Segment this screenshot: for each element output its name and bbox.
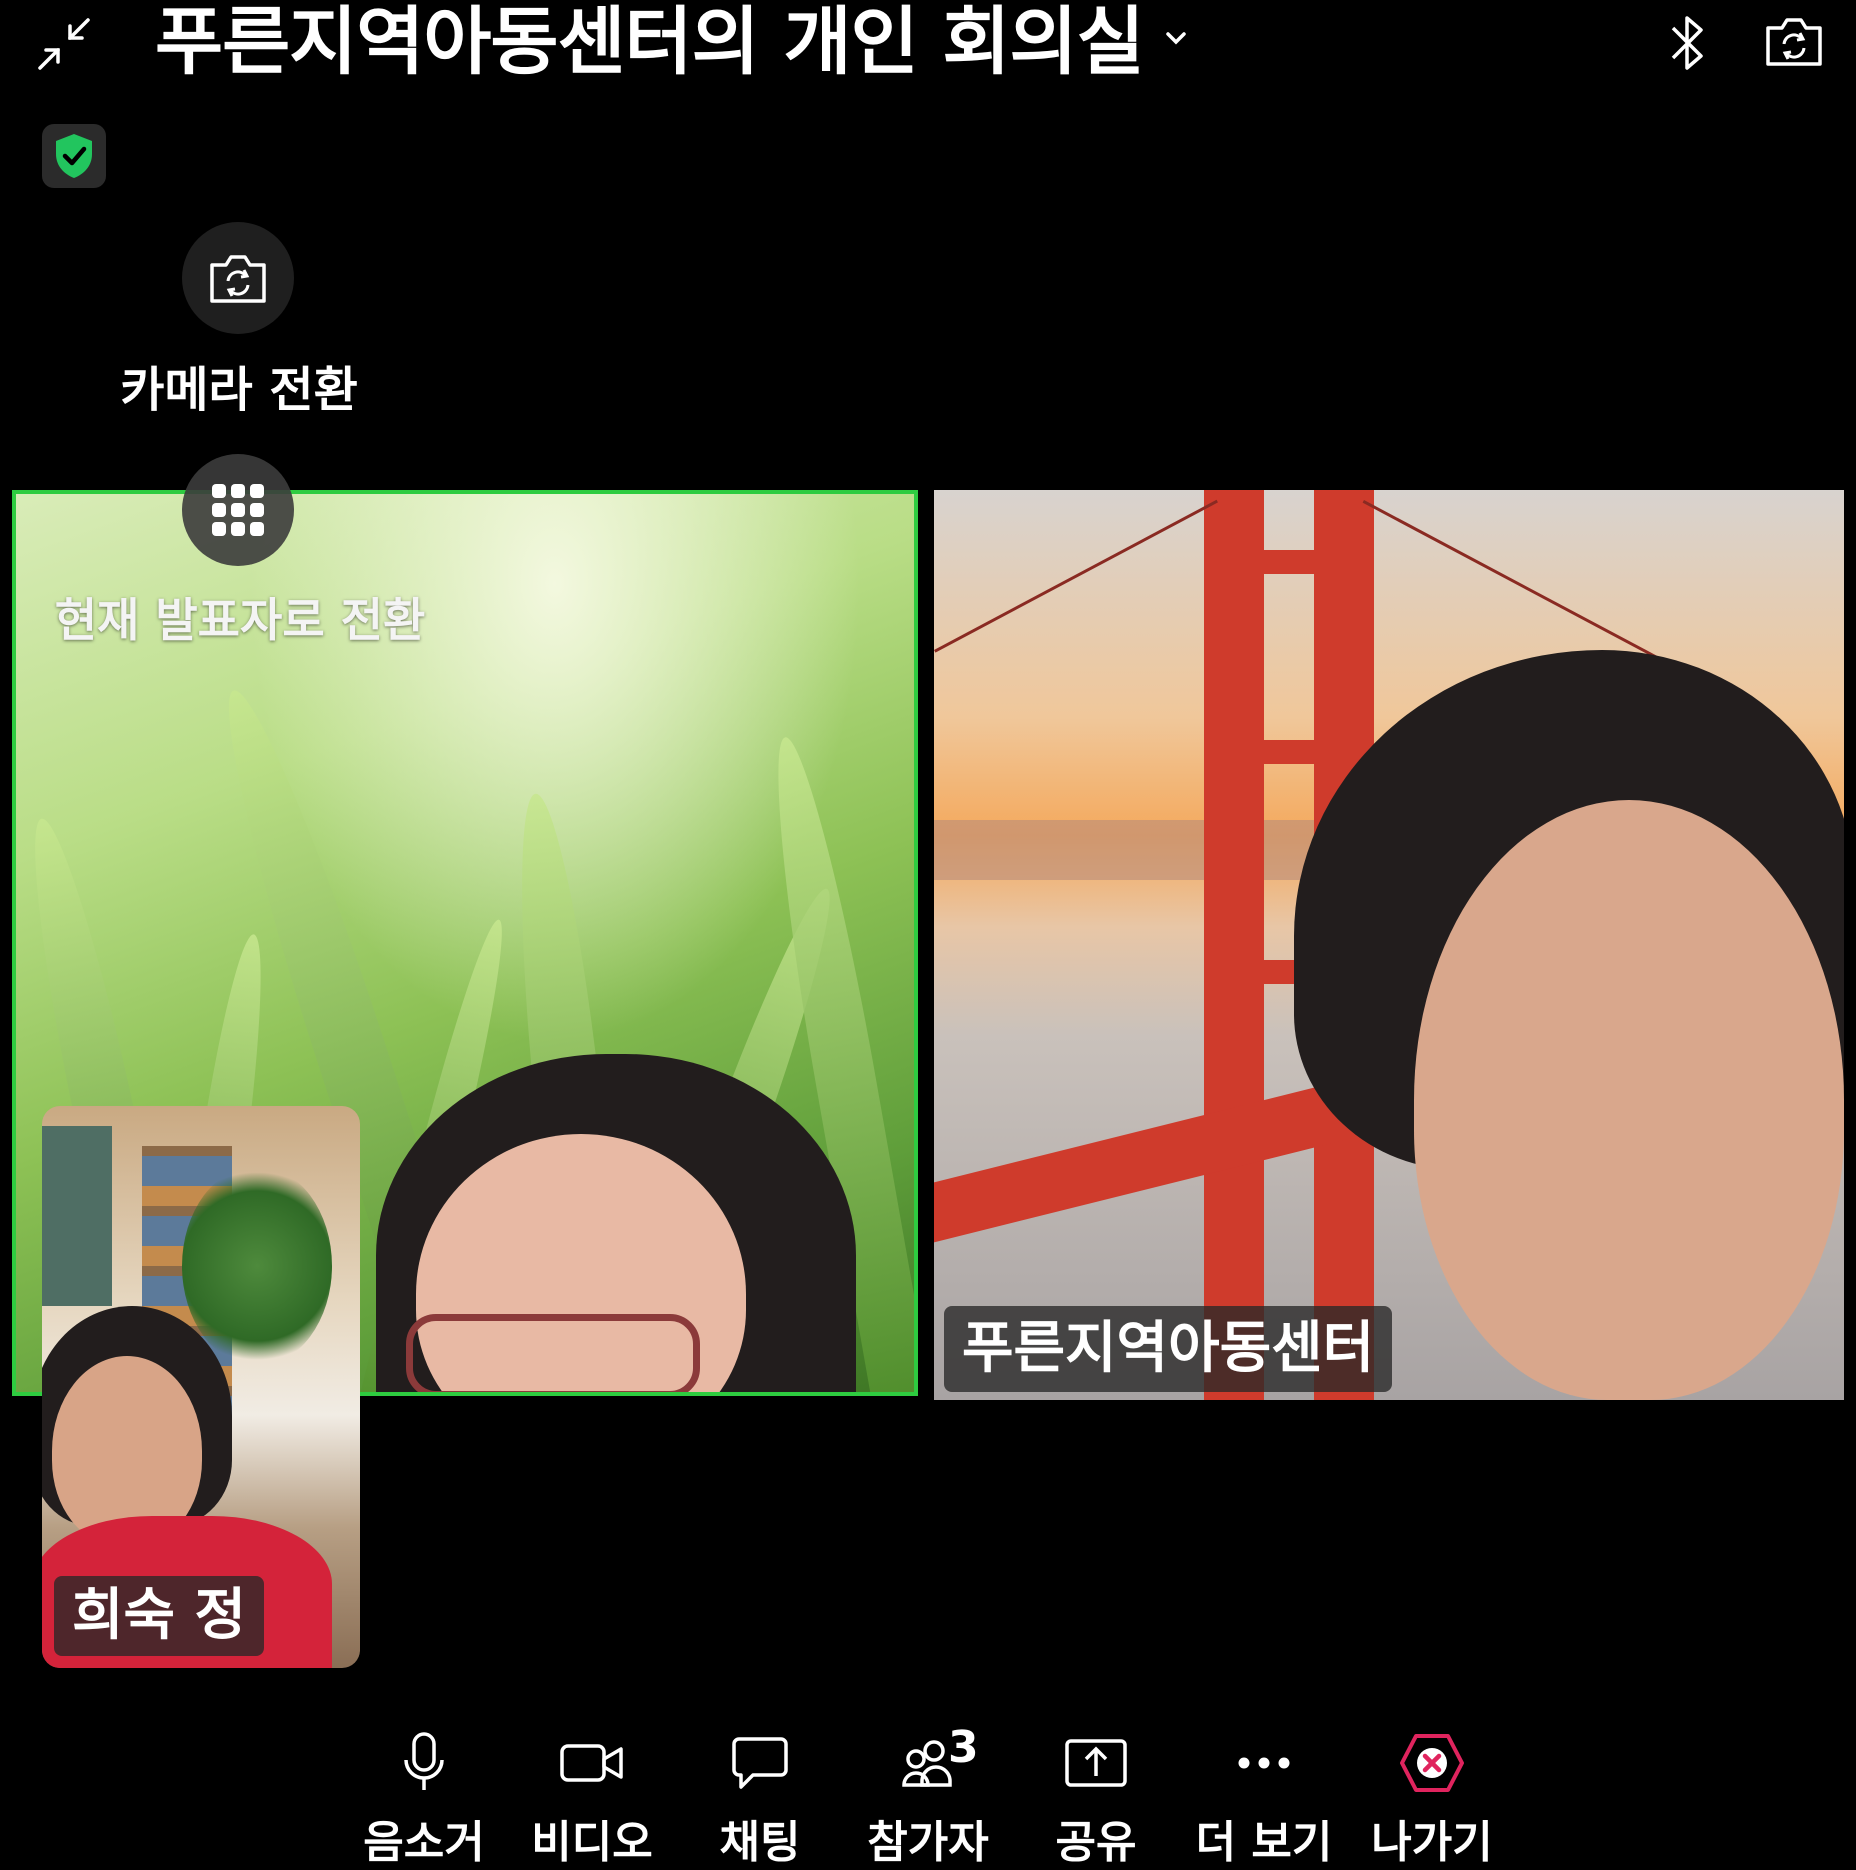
share-label: 공유 — [1055, 1817, 1137, 1868]
switch-to-presenter-button[interactable] — [182, 454, 294, 566]
microphone-icon — [404, 1732, 444, 1790]
glasses — [406, 1314, 700, 1392]
participant-face — [1414, 800, 1844, 1400]
participants-label: 참가자 — [867, 1817, 989, 1868]
grid-icon — [212, 484, 264, 536]
window — [42, 1126, 112, 1306]
chat-icon — [732, 1737, 788, 1789]
self-view-video[interactable]: 희숙 정 — [42, 1106, 360, 1668]
more-label: 더 보기 — [1195, 1817, 1333, 1868]
more-button[interactable] — [1214, 1728, 1314, 1798]
meeting-title[interactable]: 푸른지역아동센터의 개인 회의실 — [155, 0, 1145, 84]
switch-to-presenter-label: 현재 발표자로 전환 — [54, 593, 426, 647]
security-shield-icon[interactable] — [42, 124, 106, 188]
flip-camera-icon — [210, 255, 266, 303]
bridge-deck — [934, 1077, 1354, 1243]
leave-button[interactable] — [1382, 1728, 1482, 1798]
shield-check-icon — [56, 134, 92, 178]
chat-label: 채팅 — [719, 1817, 801, 1868]
video-camera-icon — [560, 1744, 623, 1782]
share-button[interactable] — [1046, 1728, 1146, 1798]
mute-button[interactable] — [374, 1728, 474, 1798]
camera-switch-label: 카메라 전환 — [120, 362, 358, 418]
leave-icon — [1400, 1734, 1464, 1792]
participant-name: 푸른지역아동센터 — [944, 1306, 1393, 1392]
share-icon — [1065, 1739, 1127, 1787]
plant — [182, 1166, 332, 1366]
bluetooth-icon[interactable] — [1665, 12, 1711, 74]
bridge-tower — [1204, 490, 1264, 1400]
video-tile-participant[interactable]: 푸른지역아동센터 — [934, 490, 1844, 1400]
video-label: 비디오 — [531, 1817, 653, 1868]
flip-camera-icon[interactable] — [1762, 14, 1826, 68]
chat-button[interactable] — [710, 1728, 810, 1798]
minimize-arrows-icon[interactable] — [34, 14, 94, 74]
chevron-down-icon[interactable] — [1160, 22, 1192, 54]
camera-switch-button[interactable] — [182, 222, 294, 334]
self-name: 희숙 정 — [54, 1576, 265, 1656]
leave-label: 나가기 — [1371, 1817, 1493, 1868]
video-button[interactable] — [542, 1728, 642, 1798]
participants-count: 3 — [948, 1722, 979, 1773]
more-icon — [1238, 1757, 1290, 1769]
mute-label: 음소거 — [363, 1817, 485, 1868]
